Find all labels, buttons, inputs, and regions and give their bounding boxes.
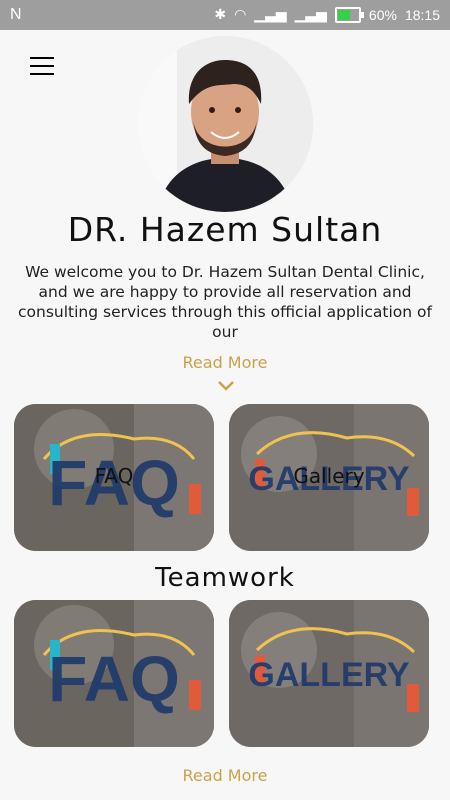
teamwork-gallery-card[interactable]: GALLERY — [229, 600, 429, 747]
wifi-icon: ◠ — [234, 6, 247, 22]
teamwork-gallery-big-text: GALLERY — [248, 656, 410, 694]
avatar — [137, 36, 313, 212]
hamburger-icon[interactable] — [30, 57, 54, 75]
clock: 18:15 — [404, 6, 440, 23]
read-more-link[interactable]: Read More — [0, 353, 450, 372]
chevron-down-icon[interactable] — [217, 378, 235, 392]
battery-icon — [334, 6, 364, 23]
faq-label: FAQ — [94, 464, 134, 488]
read-more-link-bottom[interactable]: Read More — [0, 766, 450, 785]
status-bar: N ✱ ◠ ▁▃▅ ▁▃▅ 60% 18:15 — [0, 0, 450, 30]
battery-percent: 60% — [368, 6, 397, 23]
gallery-card[interactable]: GALLERY Gallery — [229, 404, 429, 551]
gallery-label: Gallery — [293, 464, 365, 488]
teamwork-faq-card[interactable]: FAQ — [14, 600, 214, 747]
welcome-text: We welcome you to Dr. Hazem Sultan Denta… — [18, 263, 432, 341]
signal-icon: ▁▃▅ — [254, 6, 287, 22]
faq-card[interactable]: FAQ FAQ — [14, 404, 214, 551]
doctor-name: DR. Hazem Sultan — [67, 210, 383, 249]
teamwork-faq-big-text: FAQ — [48, 643, 180, 715]
teamwork-heading: Teamwork — [155, 563, 295, 593]
notification-n-icon: N — [10, 6, 22, 23]
status-icons: ✱ ◠ ▁▃▅ ▁▃▅ 60% 18:15 — [214, 6, 440, 23]
bluetooth-icon: ✱ — [214, 6, 227, 22]
signal-icon-2: ▁▃▅ — [294, 6, 327, 22]
